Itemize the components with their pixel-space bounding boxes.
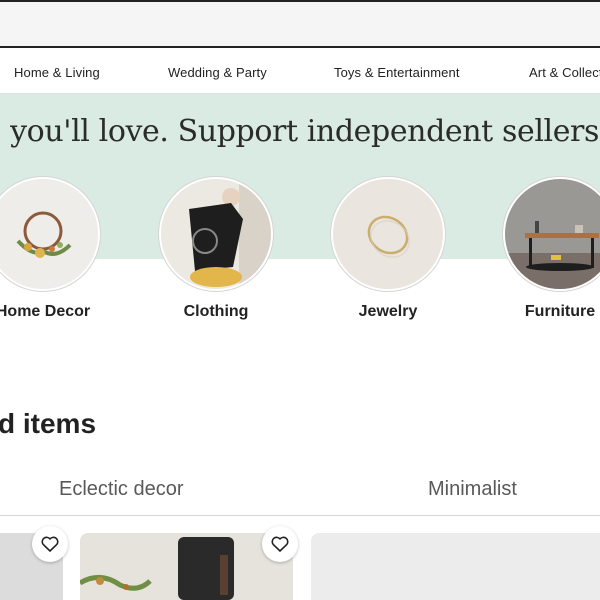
category-label: Home Decor <box>0 303 91 320</box>
category-home-decor[interactable]: Home Decor <box>0 177 100 321</box>
style-tabs: Eclectic decor Minimalist <box>0 470 600 516</box>
nav-item-art-collectibles[interactable]: Art & Collectibles <box>529 65 600 80</box>
clothing-image <box>159 177 273 291</box>
ring-photo-icon <box>333 179 443 289</box>
category-nav: Home & Living Wedding & Party Toys & Ent… <box>0 50 600 94</box>
banner-tagline: s you'll love. Support independent selle… <box>0 114 600 149</box>
heart-icon <box>41 536 59 552</box>
tab-eclectic-decor[interactable]: Eclectic decor <box>59 478 184 501</box>
nav-item-wedding-party[interactable]: Wedding & Party <box>168 65 267 80</box>
category-clothing[interactable]: Clothing <box>159 177 273 321</box>
category-jewelry[interactable]: Jewelry <box>331 177 445 321</box>
heart-icon <box>271 536 289 552</box>
nav-item-home-living[interactable]: Home & Living <box>14 65 100 80</box>
nav-item-toys-entertainment[interactable]: Toys & Entertainment <box>334 65 460 80</box>
section-title: d items <box>0 408 97 439</box>
top-header <box>0 0 600 48</box>
category-label: Jewelry <box>358 303 418 320</box>
fashion-photo-icon <box>161 179 271 289</box>
tab-minimalist[interactable]: Minimalist <box>428 478 517 501</box>
product-card[interactable] <box>311 533 600 600</box>
furniture-image <box>503 177 600 291</box>
category-label: Clothing <box>183 303 249 320</box>
favorite-button[interactable] <box>32 526 68 562</box>
table-photo-icon <box>505 179 600 289</box>
favorite-button[interactable] <box>262 526 298 562</box>
home-decor-image <box>0 177 100 291</box>
search-bar[interactable] <box>0 16 600 46</box>
wreath-photo-icon <box>0 179 98 289</box>
jewelry-image <box>331 177 445 291</box>
category-furniture[interactable]: Furniture <box>503 177 600 321</box>
category-label: Furniture <box>524 303 596 320</box>
